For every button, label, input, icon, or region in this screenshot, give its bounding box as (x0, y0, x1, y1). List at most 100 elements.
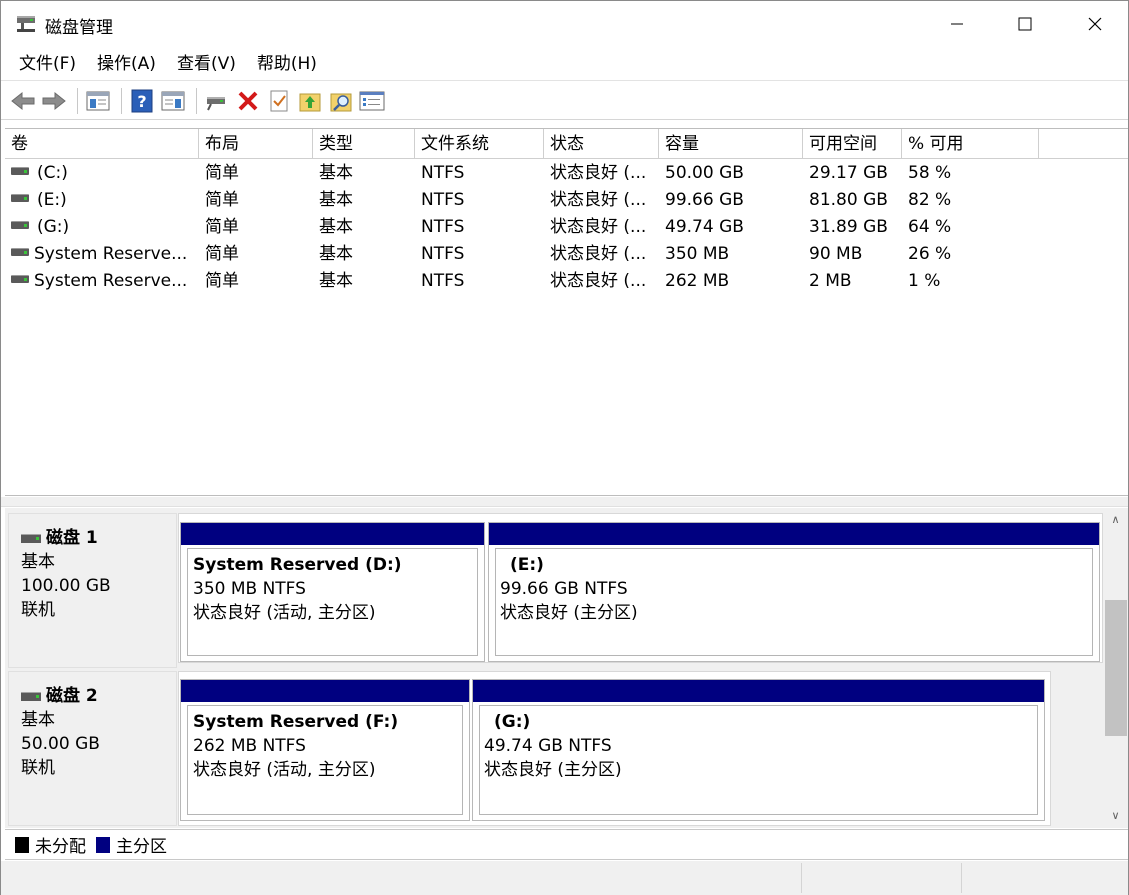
help-button[interactable]: ? (128, 87, 156, 115)
search-folder-icon (330, 93, 352, 111)
volume-name: System Reserve... (34, 271, 188, 291)
maximize-button[interactable] (989, 1, 1061, 47)
layout-cell: 简单 (205, 190, 239, 210)
up-folder-icon (299, 93, 321, 111)
toolbar: ? (1, 82, 1128, 120)
connect-virtual-disk-button[interactable] (203, 87, 231, 115)
volume-cell: (C:) (5, 160, 199, 187)
type-cell: 基本 (319, 217, 353, 237)
disk-management-window: 磁盘管理 文件(F) 操作(A) 查看(V) 帮助(H) ? 卷 布局 类型 文… (0, 0, 1129, 895)
partition-status: 状态良好 (活动, 主分区) (193, 603, 376, 623)
file-system-cell: NTFS (421, 271, 465, 291)
legend: 未分配 主分区 (5, 829, 1128, 860)
column-header-percent-free[interactable]: % 可用 (902, 129, 1039, 159)
percent-free-cell: 26 % (908, 244, 952, 264)
table-row[interactable]: (C:) 简单 基本 NTFS 状态良好 (... 50.00 GB 29.17… (5, 160, 1128, 187)
menu-bar: 文件(F) 操作(A) 查看(V) 帮助(H) (1, 48, 1128, 81)
pane-splitter[interactable] (1, 497, 1128, 507)
show-hide-console-tree-button[interactable] (84, 87, 112, 115)
drive-icon (11, 167, 29, 175)
file-system-cell: NTFS (421, 163, 465, 183)
scroll-down-button[interactable]: ∨ (1103, 806, 1128, 824)
table-row[interactable]: (E:) 简单 基本 NTFS 状态良好 (... 99.66 GB 81.80… (5, 187, 1128, 214)
menu-view[interactable]: 查看(V) (168, 48, 245, 81)
type-cell: 基本 (319, 163, 353, 183)
file-system-cell: NTFS (421, 190, 465, 210)
percent-free-cell: 1 % (908, 271, 941, 291)
back-button[interactable] (9, 87, 37, 115)
disk-2-name: 磁盘 2 (46, 686, 98, 706)
delete-button[interactable] (234, 87, 262, 115)
disk-1-type: 基本 (21, 552, 55, 572)
check-button[interactable] (265, 87, 293, 115)
volume-name: (E:) (37, 190, 67, 210)
column-header-free-space[interactable]: 可用空间 (803, 129, 902, 159)
status-bar-divider (961, 863, 962, 893)
toolbar-separator (121, 87, 122, 114)
partition-details: (E:) 99.66 GB NTFS 状态良好 (主分区) (495, 548, 1093, 656)
percent-free-cell: 58 % (908, 163, 952, 183)
forward-button[interactable] (40, 87, 68, 115)
show-hide-action-pane-icon (161, 91, 185, 110)
svg-text:?: ? (137, 92, 146, 111)
layout-cell: 简单 (205, 244, 239, 264)
primary-partition-bar (181, 680, 469, 702)
unallocated-swatch (15, 836, 29, 853)
menu-help[interactable]: 帮助(H) (248, 48, 326, 81)
column-header-capacity[interactable]: 容量 (659, 129, 803, 159)
partition-system-reserved-f[interactable]: System Reserved (F:) 262 MB NTFS 状态良好 (活… (180, 679, 470, 821)
disk-view-scrollbar[interactable]: ∧ ∨ (1103, 508, 1128, 828)
partition-name: System Reserved (F:) (193, 712, 399, 732)
primary-partition-bar (489, 523, 1099, 545)
minimize-button[interactable] (921, 1, 993, 47)
layout-cell: 简单 (205, 163, 239, 183)
capacity-cell: 262 MB (665, 271, 730, 291)
partition-name: (G:) (494, 712, 531, 732)
partition-status: 状态良好 (主分区) (500, 603, 638, 623)
partition-status: 状态良好 (活动, 主分区) (193, 760, 376, 780)
volume-cell: System Reserve... (5, 241, 199, 268)
column-header-status[interactable]: 状态 (544, 129, 659, 159)
close-button[interactable] (1059, 1, 1129, 47)
menu-file[interactable]: 文件(F) (10, 48, 85, 81)
partition-system-reserved-d[interactable]: System Reserved (D:) 350 MB NTFS 状态良好 (活… (180, 522, 485, 662)
disk-1-size: 100.00 GB (21, 576, 111, 596)
capacity-cell: 99.66 GB (665, 190, 744, 210)
table-row[interactable]: System Reserve... 简单 基本 NTFS 状态良好 (... 2… (5, 268, 1128, 295)
capacity-cell: 350 MB (665, 244, 730, 264)
disk-management-icon (17, 16, 35, 32)
column-header-type[interactable]: 类型 (313, 129, 415, 159)
legend-primary-partition: 主分区 (96, 832, 167, 857)
disk-2-info[interactable]: 磁盘 2 基本 50.00 GB 联机 (8, 671, 177, 826)
show-hide-action-pane-button[interactable] (159, 87, 187, 115)
scrollbar-thumb[interactable] (1105, 600, 1127, 736)
disk-1-info[interactable]: 磁盘 1 基本 100.00 GB 联机 (8, 513, 177, 668)
primary-partition-bar (473, 680, 1044, 702)
scroll-up-button[interactable]: ∧ (1103, 510, 1128, 528)
free-space-cell: 29.17 GB (809, 163, 888, 183)
back-arrow-icon (11, 91, 35, 110)
column-header-layout[interactable]: 布局 (199, 129, 313, 159)
partition-g[interactable]: (G:) 49.74 GB NTFS 状态良好 (主分区) (472, 679, 1045, 821)
partition-e[interactable]: (E:) 99.66 GB NTFS 状态良好 (主分区) (488, 522, 1100, 662)
table-row[interactable]: System Reserve... 简单 基本 NTFS 状态良好 (... 3… (5, 241, 1128, 268)
volume-name: (G:) (37, 217, 70, 237)
column-header-file-system[interactable]: 文件系统 (415, 129, 544, 159)
partition-size: 350 MB NTFS (193, 579, 306, 599)
volume-name: System Reserve... (34, 244, 188, 264)
percent-free-cell: 82 % (908, 190, 952, 210)
partition-size: 49.74 GB NTFS (484, 736, 612, 756)
column-header-volume[interactable]: 卷 (5, 129, 199, 159)
status-cell: 状态良好 (... (550, 163, 647, 183)
table-row[interactable]: (G:) 简单 基本 NTFS 状态良好 (... 49.74 GB 31.89… (5, 214, 1128, 241)
disk-1-partitions: System Reserved (D:) 350 MB NTFS 状态良好 (活… (178, 513, 1103, 663)
primary-partition-bar (181, 523, 484, 545)
partition-name: System Reserved (D:) (193, 555, 402, 575)
properties-list-icon (359, 91, 385, 110)
disk-1-title: 磁盘 1 (21, 526, 176, 550)
free-space-cell: 31.89 GB (809, 217, 888, 237)
properties-list-button[interactable] (358, 87, 386, 115)
menu-action[interactable]: 操作(A) (88, 48, 165, 81)
up-folder-button[interactable] (296, 87, 324, 115)
search-folder-button[interactable] (327, 87, 355, 115)
